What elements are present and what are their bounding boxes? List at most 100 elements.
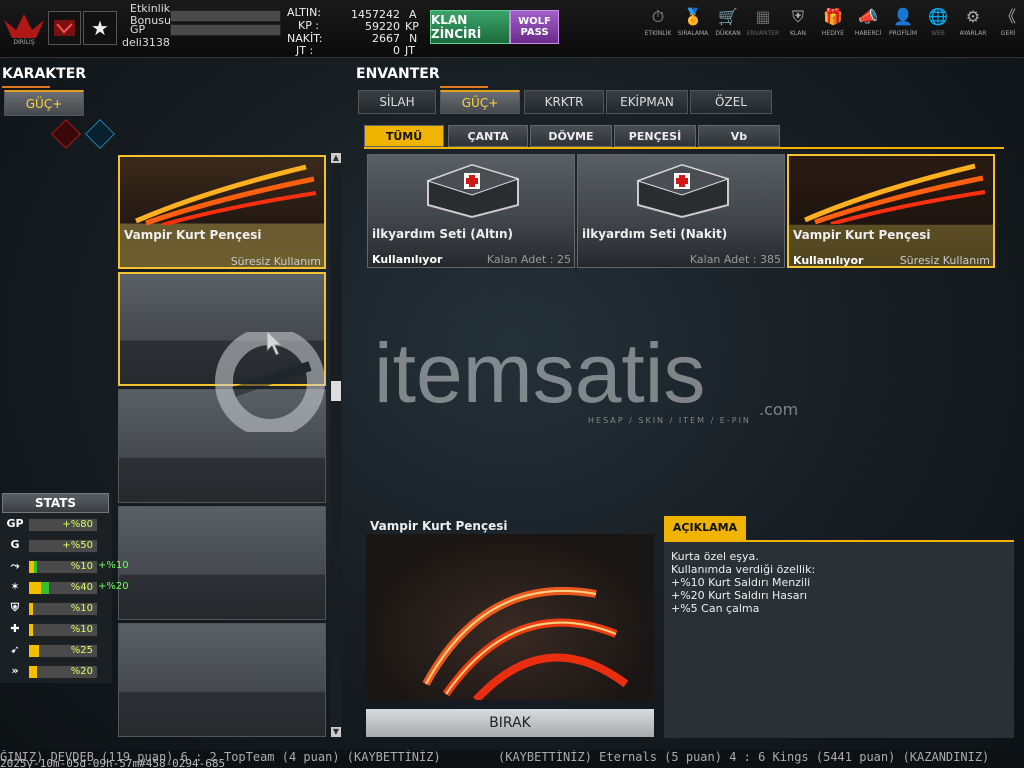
scroll-down-button[interactable]: ▼ — [331, 727, 341, 737]
nav-back[interactable]: 《 GERİ — [990, 8, 1024, 40]
stat-bar: %10 — [28, 560, 98, 574]
stat-row: » %20 — [6, 664, 112, 683]
nav-label: ETKİNLİK — [644, 30, 672, 37]
g-icon: G — [10, 538, 20, 551]
shield-icon: ⛨ — [791, 7, 804, 26]
character-title-underline — [2, 86, 50, 88]
stat-bar: +%50 — [28, 539, 98, 553]
clan-chain-button[interactable]: KLAN ZİNCİRİ — [430, 10, 510, 44]
event-bonus-bar — [170, 10, 281, 22]
tab-special[interactable]: ÖZEL — [690, 90, 772, 114]
slot-scrollbar[interactable]: ▲ ▼ — [330, 153, 342, 739]
item-name: ilkyardım Seti (Altın) — [372, 227, 513, 241]
stat-bar: %40 — [28, 581, 98, 595]
nav-shield[interactable]: ⛨ KLAN — [780, 8, 816, 40]
watermark-brand: itemsatis — [374, 326, 706, 420]
equip-slot-4[interactable] — [118, 506, 326, 620]
tab-power[interactable]: GÜÇ+ — [440, 90, 520, 114]
subtab-tattoo[interactable]: DÖVME — [530, 125, 612, 147]
username: deli3138 — [122, 36, 170, 49]
watermark-logo-icon — [215, 332, 325, 432]
nav-globe[interactable]: 🌐 WEB — [920, 8, 956, 40]
stat-bar-fill — [29, 645, 39, 657]
rank-star-icon[interactable]: ★ — [83, 11, 117, 45]
skill-rune-icon[interactable] — [85, 119, 115, 149]
stat-bonus: +%10 — [98, 560, 129, 571]
inventory-item-3[interactable]: Vampir Kurt Pençesi Kullanılıyor Süresiz… — [787, 154, 995, 268]
claw-item-image — [804, 163, 986, 224]
item-remaining: Kalan Adet : 25 — [486, 253, 571, 266]
stat-bar-fill — [29, 582, 50, 594]
description-line-2: Kullanımda verdiği özellik: — [671, 563, 816, 576]
nav-profile[interactable]: 👤 PROFİLİM — [885, 8, 921, 40]
nav-medal[interactable]: 🏅 SIRALAMA — [675, 8, 711, 40]
nav-inventory[interactable]: ▦ ENVANTER — [745, 8, 781, 40]
watermark-tagline: HESAP / SKIN / ITEM / E-PIN — [588, 416, 751, 425]
claw-item-image — [135, 164, 317, 225]
stat-value: %25 — [70, 645, 93, 656]
inventory-item-1[interactable]: ilkyardım Seti (Altın) Kullanılıyor Kala… — [367, 154, 575, 268]
back-icon: 《 — [999, 7, 1016, 26]
attack-skill-icon[interactable] — [51, 119, 81, 149]
game-logo: DİRİLİŞ — [2, 8, 46, 46]
nav-label: GERİ — [1000, 30, 1016, 37]
stat-bar-fill — [29, 561, 38, 573]
nav-megaphone[interactable]: 📣 HABERCİ — [850, 8, 886, 40]
scroll-up-button[interactable]: ▲ — [331, 153, 341, 163]
ticker-timestamp: 2025y-10m-05d-09h-57m#458-0294-685 — [0, 757, 226, 768]
top-bar: DİRİLİŞ ★ Etkinlik Bonusu GP deli3138 AL… — [0, 0, 1024, 58]
subtab-underline — [364, 147, 1004, 149]
first-aid-box-image — [636, 163, 730, 219]
slot-item-duration: Süresiz Kullanım — [230, 255, 321, 268]
wolf-pass-button[interactable]: WOLF PASS — [510, 10, 559, 44]
stat-row: ⛨ %10 — [6, 601, 112, 620]
jt-label: JT : — [296, 44, 314, 57]
tab-weapon[interactable]: SİLAH — [358, 90, 436, 114]
subtab-bag[interactable]: ÇANTA — [448, 125, 528, 147]
equip-slot-5[interactable] — [118, 623, 326, 737]
stat-bar: +%80 — [28, 518, 98, 532]
stat-row: ✚ %10 — [6, 622, 112, 641]
nav-label: DÜKKAN — [715, 30, 741, 37]
inventory-item-2[interactable]: ilkyardım Seti (Nakit) Kalan Adet : 385 — [577, 154, 785, 268]
item-name: ilkyardım Seti (Nakit) — [582, 227, 728, 241]
stats-title: STATS — [34, 496, 77, 510]
nav-gear[interactable]: ⚙ AYARLAR — [955, 8, 991, 40]
stat-bar-fill — [29, 624, 34, 636]
nav-cart[interactable]: 🛒 DÜKKAN — [710, 8, 746, 40]
tab-character[interactable]: KRKTR — [524, 90, 604, 114]
item-status: Kullanılıyor — [372, 253, 443, 266]
nav-label: KLAN — [789, 30, 806, 37]
stopwatch-icon: ⏱ — [651, 7, 665, 26]
subtab-misc[interactable]: Vb — [698, 125, 780, 147]
stat-row: ➹ %25 — [6, 643, 112, 662]
stat-row: ✶ %40 +%20 — [6, 580, 129, 599]
subtab-claw[interactable]: PENÇESİ — [614, 125, 696, 147]
ticker-match-right: (KAYBETTİNİZ) Eternals (5 puan) 4 : 6 Ki… — [498, 750, 990, 764]
nav-label: ENVANTER — [746, 30, 780, 37]
stat-row: GP +%80 — [6, 517, 112, 536]
jt-unit: JT — [405, 44, 415, 57]
megaphone-icon: 📣 — [858, 7, 878, 26]
stat-bonus: +%20 — [98, 581, 129, 592]
equip-slot-1[interactable]: Vampir Kurt Pençesi Süresiz Kullanım — [118, 155, 326, 269]
description-line-4: +%20 Kurt Saldırı Hasarı — [671, 589, 808, 602]
inventory-title: ENVANTER — [356, 66, 440, 82]
description-panel: Kurta özel eşya. Kullanımda verdiği özel… — [664, 540, 1014, 738]
item-name: Vampir Kurt Pençesi — [793, 228, 931, 242]
nav-stopwatch[interactable]: ⏱ ETKİNLİK — [640, 8, 676, 40]
clan-emblem[interactable] — [48, 11, 81, 45]
health-icon: ✚ — [10, 622, 20, 635]
stat-row: ⤳ %10 +%10 — [6, 559, 129, 578]
subtab-all[interactable]: TÜMÜ — [364, 125, 444, 147]
tab-character-power[interactable]: GÜÇ+ — [4, 90, 84, 116]
drop-button[interactable]: BIRAK — [366, 709, 654, 737]
watermark: itemsatis .com HESAP / SKIN / ITEM / E-P… — [214, 328, 814, 438]
nav-label: PROFİLİM — [888, 30, 918, 37]
stat-value: %40 — [70, 582, 93, 593]
tab-equipment[interactable]: EKİPMAN — [606, 90, 688, 114]
nav-gift[interactable]: 🎁 HEDİYE — [815, 8, 851, 40]
stat-bar: %25 — [28, 644, 98, 658]
nav-label: HABERCİ — [854, 30, 882, 37]
stat-value: +%50 — [62, 540, 93, 551]
